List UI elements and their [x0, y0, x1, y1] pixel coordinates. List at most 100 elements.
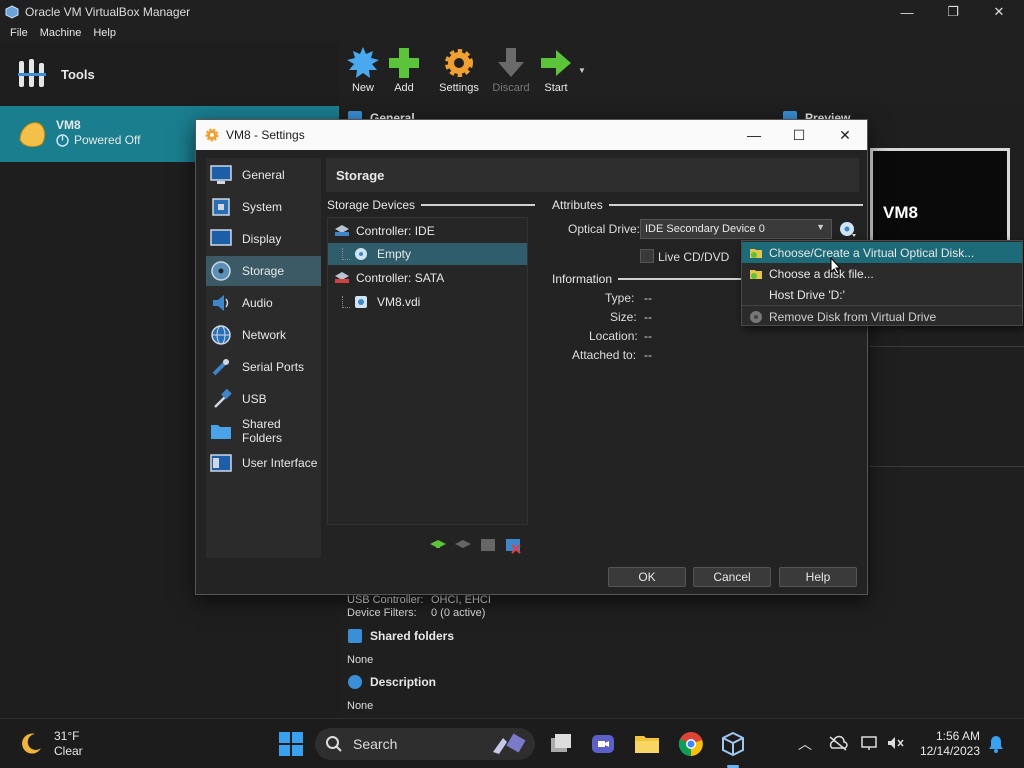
teams-meet-icon[interactable] [590, 731, 616, 757]
storage-disk-icon [211, 261, 231, 281]
close-button[interactable]: ✕ [976, 0, 1022, 24]
maximize-button[interactable]: ❐ [930, 0, 976, 24]
menu-help[interactable]: Help [93, 27, 116, 39]
shared-folder-icon [211, 425, 231, 439]
category-network[interactable]: Network [206, 320, 321, 350]
main-title-bar: Oracle VM VirtualBox Manager [0, 0, 1024, 24]
new-label: New [351, 82, 374, 94]
category-user-interface[interactable]: User Interface [206, 448, 321, 478]
category-usb[interactable]: USB [206, 384, 321, 414]
shared-folders-label: Shared folders [370, 629, 455, 643]
display-tray-icon[interactable] [860, 735, 880, 751]
folder-disk-icon [750, 248, 762, 258]
ok-button[interactable]: OK [608, 567, 686, 587]
usb-icon [214, 388, 232, 408]
virtualbox-taskbar-icon[interactable] [720, 731, 746, 757]
remove-disk-icon [750, 310, 762, 323]
taskbar-search[interactable]: Search [315, 728, 535, 760]
serial-port-icon [212, 358, 230, 376]
category-display[interactable]: Display [206, 224, 321, 254]
add-button[interactable]: Add [380, 46, 428, 94]
dialog-close-button[interactable]: ✕ [822, 120, 868, 150]
remove-controller-icon[interactable] [453, 536, 473, 554]
empty-label: Empty [377, 247, 412, 261]
folder-disk-icon [750, 269, 762, 279]
menu-remove-disk[interactable]: Remove Disk from Virtual Drive [742, 306, 1022, 327]
usb-controller-value: OHCI, EHCI [431, 594, 491, 606]
user-interface-icon [210, 454, 232, 472]
dialog-minimize-button[interactable]: — [731, 120, 777, 150]
chevron-down-icon: ▼ [816, 222, 825, 232]
category-system[interactable]: System [206, 192, 321, 222]
clock-date: 12/14/2023 [919, 744, 980, 758]
tools-label: Tools [61, 66, 95, 82]
new-icon [347, 47, 379, 78]
description-icon [348, 675, 362, 689]
menu-machine[interactable]: Machine [40, 27, 82, 39]
group-divider [608, 204, 863, 206]
settings-button[interactable]: Settings [435, 46, 483, 94]
menu-choose-create-disk-label: Choose/Create a Virtual Optical Disk... [769, 245, 975, 260]
settings-dialog-title: VM8 - Settings [226, 128, 305, 142]
empty-optical-row[interactable]: Empty [328, 243, 527, 265]
live-cd-checkbox[interactable] [640, 249, 654, 263]
vdi-disk-row[interactable]: VM8.vdi [328, 291, 527, 313]
volume-muted-icon[interactable] [886, 735, 906, 751]
choose-disk-menu-icon[interactable] [839, 221, 857, 239]
dialog-maximize-button[interactable]: ☐ [776, 120, 822, 150]
optical-drive-select[interactable]: IDE Secondary Device 0 ▼ [640, 219, 832, 239]
search-highlight-icon [493, 733, 526, 754]
minimize-button[interactable]: — [884, 0, 930, 24]
controller-ide-row[interactable]: Controller: IDE [328, 220, 527, 242]
chrome-icon[interactable] [678, 731, 704, 757]
start-button[interactable]: Start [532, 46, 580, 94]
menu-file[interactable]: File [10, 27, 28, 39]
help-button[interactable]: Help [779, 567, 857, 587]
category-shared-folders[interactable]: Shared Folders [206, 416, 321, 446]
add-attachment-icon[interactable] [478, 536, 498, 554]
category-serial-ports[interactable]: Serial Ports [206, 352, 321, 382]
virtualbox-icon [5, 5, 19, 19]
weather-widget[interactable]: 31°F Clear [18, 729, 83, 759]
storage-devices-label: Storage Devices [327, 198, 416, 212]
category-audio[interactable]: Audio [206, 288, 321, 318]
controller-sata-row[interactable]: Controller: SATA [328, 267, 527, 289]
info-attached-value: -- [644, 348, 652, 362]
start-dropdown-arrow-icon[interactable]: ▼ [578, 66, 586, 75]
search-label: Search [353, 736, 398, 752]
discard-button[interactable]: Discard [487, 46, 535, 94]
close-icon: ✕ [993, 4, 1005, 19]
menu-choose-create-disk[interactable]: Choose/Create a Virtual Optical Disk... [742, 242, 1022, 263]
attributes-group: Attributes [552, 198, 863, 212]
category-storage[interactable]: Storage [206, 256, 321, 286]
windows-start-icon[interactable] [278, 731, 304, 757]
menu-bar: File Machine Help [0, 24, 1024, 42]
file-explorer-icon[interactable] [634, 731, 660, 757]
category-system-label: System [242, 200, 283, 214]
optical-drive-value: IDE Secondary Device 0 [645, 223, 765, 235]
menu-host-drive[interactable]: Host Drive 'D:' [742, 284, 1022, 305]
tools-item[interactable]: Tools [0, 42, 339, 106]
storage-devices-group: Storage Devices [327, 198, 536, 212]
info-type-label: Type: [605, 291, 635, 305]
task-view-icon[interactable] [548, 731, 574, 757]
start-arrow-icon [541, 50, 571, 76]
settings-dialog-gear-icon [205, 128, 219, 142]
taskbar-clock[interactable]: 1:56 AM 12/14/2023 [916, 729, 980, 759]
category-general[interactable]: General [206, 160, 321, 190]
notification-bell-icon[interactable] [988, 735, 1004, 753]
add-controller-icon[interactable] [428, 536, 448, 554]
discard-icon [498, 48, 524, 77]
clock-time: 1:56 AM [935, 729, 980, 743]
minimize-icon: — [747, 127, 761, 143]
menu-choose-disk-file[interactable]: Choose a disk file... [742, 263, 1022, 284]
remove-attachment-icon[interactable] [503, 536, 523, 554]
onedrive-icon[interactable] [828, 735, 848, 751]
controller-sata-label: Controller: SATA [356, 271, 445, 285]
tray-chevron-up-icon[interactable]: ︿ [798, 734, 812, 754]
menu-remove-disk-label: Remove Disk from Virtual Drive [769, 309, 937, 324]
minimize-icon: — [900, 4, 914, 20]
controller-ide-label: Controller: IDE [356, 224, 435, 238]
menu-choose-disk-file-label: Choose a disk file... [769, 266, 874, 281]
cancel-button[interactable]: Cancel [693, 567, 771, 587]
